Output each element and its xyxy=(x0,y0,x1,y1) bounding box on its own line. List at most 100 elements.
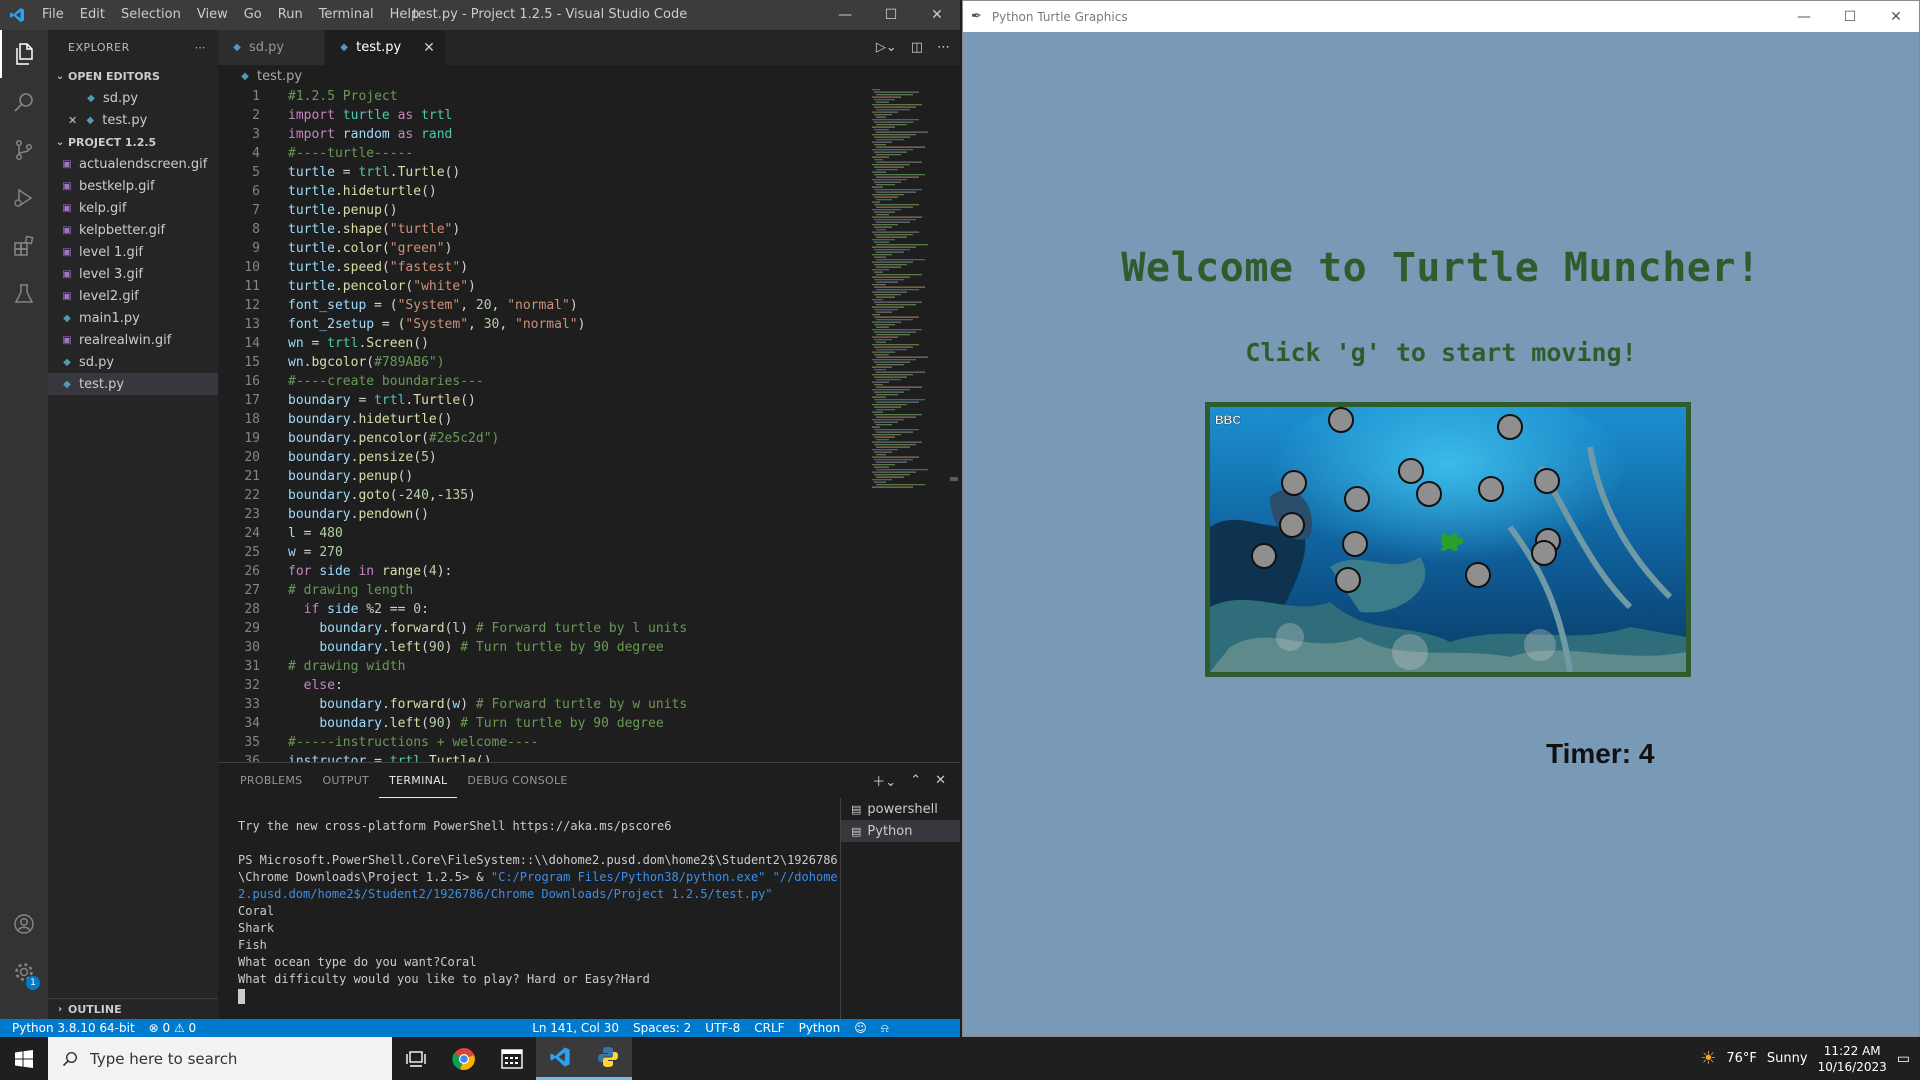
outline-section[interactable]: › OUTLINE xyxy=(48,998,218,1020)
project-section[interactable]: ⌄ PROJECT 1.2.5 xyxy=(48,131,218,153)
ocean-play-area[interactable]: BBC xyxy=(1205,402,1691,677)
code-line[interactable]: 27 # drawing length xyxy=(218,581,960,600)
code-line[interactable]: 29 boundary.forward(l) # Forward turtle … xyxy=(218,619,960,638)
code-line[interactable]: 20 boundary.pensize(5) xyxy=(218,448,960,467)
open-editors-section[interactable]: ⌄ OPEN EDITORS xyxy=(48,65,218,87)
code-line[interactable]: 16 #----create boundaries--- xyxy=(218,372,960,391)
code-line[interactable]: 34 boundary.left(90) # Turn turtle by 90… xyxy=(218,714,960,733)
file-item[interactable]: ◆ main1.py xyxy=(48,307,218,329)
code-line[interactable]: 13 font_2setup = ("System", 30, "normal") xyxy=(218,315,960,334)
language-mode[interactable]: Python xyxy=(792,1021,848,1035)
code-line[interactable]: 36 instructor = trtl.Turtle() xyxy=(218,752,960,762)
code-line[interactable]: 5 turtle = trtl.Turtle() xyxy=(218,163,960,182)
close-icon[interactable]: ✕ xyxy=(423,40,435,56)
vscode-taskbar-icon[interactable] xyxy=(536,1037,584,1080)
run-python-file-icon[interactable]: ▷⌄ xyxy=(876,40,897,55)
code-line[interactable]: 6 turtle.hideturtle() xyxy=(218,182,960,201)
weather-temperature[interactable]: 76°F xyxy=(1726,1051,1757,1066)
turtle-canvas[interactable]: Welcome to Turtle Muncher! Click 'g' to … xyxy=(966,33,1916,1035)
file-item[interactable]: ▣ bestkelp.gif xyxy=(48,175,218,197)
code-line[interactable]: 24 l = 480 xyxy=(218,524,960,543)
code-line[interactable]: 18 boundary.hideturtle() xyxy=(218,410,960,429)
accounts-icon[interactable] xyxy=(0,900,48,948)
task-view-icon[interactable] xyxy=(392,1037,440,1080)
end-of-line[interactable]: CRLF xyxy=(747,1021,791,1035)
menu-item-go[interactable]: Go xyxy=(236,0,270,30)
more-actions-icon[interactable]: ⋯ xyxy=(195,41,207,54)
code-line[interactable]: 2 import turtle as trtl xyxy=(218,106,960,125)
terminal-instance-python[interactable]: ▤ Python xyxy=(841,820,960,842)
source-control-icon[interactable] xyxy=(0,126,48,174)
file-item[interactable]: ▣ level 3.gif xyxy=(48,263,218,285)
file-item[interactable]: ▣ kelpbetter.gif xyxy=(48,219,218,241)
vscode-logo-icon[interactable] xyxy=(0,0,34,30)
code-line[interactable]: 22 boundary.goto(-240,-135) xyxy=(218,486,960,505)
code-line[interactable]: 8 turtle.shape("turtle") xyxy=(218,220,960,239)
system-clock[interactable]: 11:22 AM 10/16/2023 xyxy=(1818,1043,1887,1075)
code-line[interactable]: 10 turtle.speed("fastest") xyxy=(218,258,960,277)
breadcrumb-file[interactable]: test.py xyxy=(257,69,302,84)
code-line[interactable]: 21 boundary.penup() xyxy=(218,467,960,486)
file-item[interactable]: ▣ level2.gif xyxy=(48,285,218,307)
code-line[interactable]: 28 if side %2 == 0: xyxy=(218,600,960,619)
menu-item-file[interactable]: File xyxy=(34,0,72,30)
panel-tab-terminal[interactable]: TERMINAL xyxy=(379,763,458,798)
windows-start-icon[interactable] xyxy=(0,1037,48,1080)
close-icon[interactable]: ✕ xyxy=(1873,1,1919,32)
python-interpreter[interactable]: Python 3.8.10 64-bit xyxy=(0,1021,142,1035)
menu-item-edit[interactable]: Edit xyxy=(72,0,113,30)
terminal-instance-powershell[interactable]: ▤ powershell xyxy=(841,798,960,820)
menu-item-view[interactable]: View xyxy=(189,0,236,30)
tab-test-py[interactable]: ◆ test.py ✕ xyxy=(325,30,446,65)
weather-description[interactable]: Sunny xyxy=(1767,1051,1808,1066)
calculator-app-icon[interactable] xyxy=(488,1037,536,1080)
close-panel-icon[interactable]: ✕ xyxy=(935,773,946,788)
minimize-icon[interactable]: — xyxy=(822,0,868,30)
code-line[interactable]: 35 #-----instructions + welcome---- xyxy=(218,733,960,752)
python-taskbar-icon[interactable] xyxy=(584,1037,632,1080)
code-line[interactable]: 31 # drawing width xyxy=(218,657,960,676)
file-item[interactable]: ▣ actualendscreen.gif xyxy=(48,153,218,175)
file-item[interactable]: ▣ realrealwin.gif xyxy=(48,329,218,351)
split-editor-icon[interactable]: ◫ xyxy=(911,40,923,55)
code-line[interactable]: 23 boundary.pendown() xyxy=(218,505,960,524)
minimap[interactable] xyxy=(870,87,945,502)
code-line[interactable]: 1 #1.2.5 Project xyxy=(218,87,960,106)
menu-item-terminal[interactable]: Terminal xyxy=(311,0,382,30)
panel-tab-output[interactable]: OUTPUT xyxy=(312,763,379,798)
code-line[interactable]: 30 boundary.left(90) # Turn turtle by 90… xyxy=(218,638,960,657)
feedback-icon[interactable]: ☺ xyxy=(847,1021,874,1035)
code-line[interactable]: 12 font_setup = ("System", 20, "normal") xyxy=(218,296,960,315)
chrome-icon[interactable] xyxy=(440,1037,488,1080)
tab-sd-py[interactable]: ◆ sd.py xyxy=(218,30,326,65)
taskbar-search-box[interactable]: Type here to search xyxy=(48,1037,392,1080)
code-line[interactable]: 26 for side in range(4): xyxy=(218,562,960,581)
encoding[interactable]: UTF-8 xyxy=(698,1021,747,1035)
minimize-icon[interactable]: — xyxy=(1781,1,1827,32)
extensions-icon[interactable] xyxy=(0,222,48,270)
problems-count[interactable]: ⊗ 0 ⚠ 0 xyxy=(142,1021,204,1035)
code-line[interactable]: 17 boundary = trtl.Turtle() xyxy=(218,391,960,410)
menu-item-run[interactable]: Run xyxy=(270,0,311,30)
code-line[interactable]: 15 wn.bgcolor(#789AB6") xyxy=(218,353,960,372)
testing-icon[interactable] xyxy=(0,270,48,318)
notifications-bell-icon[interactable]: ⍾ xyxy=(874,1021,896,1036)
maximize-panel-icon[interactable]: ⌃ xyxy=(910,773,921,788)
code-line[interactable]: 7 turtle.penup() xyxy=(218,201,960,220)
code-line[interactable]: 19 boundary.pencolor(#2e5c2d") xyxy=(218,429,960,448)
run-debug-icon[interactable] xyxy=(0,174,48,222)
code-line[interactable]: 11 turtle.pencolor("white") xyxy=(218,277,960,296)
manage-gear-icon[interactable]: 1 xyxy=(0,948,48,996)
notification-center-icon[interactable]: ▭ xyxy=(1897,1051,1910,1067)
editor-scrollbar[interactable] xyxy=(946,87,960,762)
new-terminal-icon[interactable]: ＋⌄ xyxy=(872,771,896,790)
close-icon[interactable]: ✕ xyxy=(914,0,960,30)
explorer-icon[interactable] xyxy=(0,30,48,78)
code-line[interactable]: 3 import random as rand xyxy=(218,125,960,144)
code-line[interactable]: 32 else: xyxy=(218,676,960,695)
open-editor-item[interactable]: ◆ sd.py xyxy=(48,87,218,109)
code-line[interactable]: 9 turtle.color("green") xyxy=(218,239,960,258)
code-line[interactable]: 33 boundary.forward(w) # Forward turtle … xyxy=(218,695,960,714)
indentation[interactable]: Spaces: 2 xyxy=(626,1021,698,1035)
panel-tab-debug-console[interactable]: DEBUG CONSOLE xyxy=(457,763,577,798)
